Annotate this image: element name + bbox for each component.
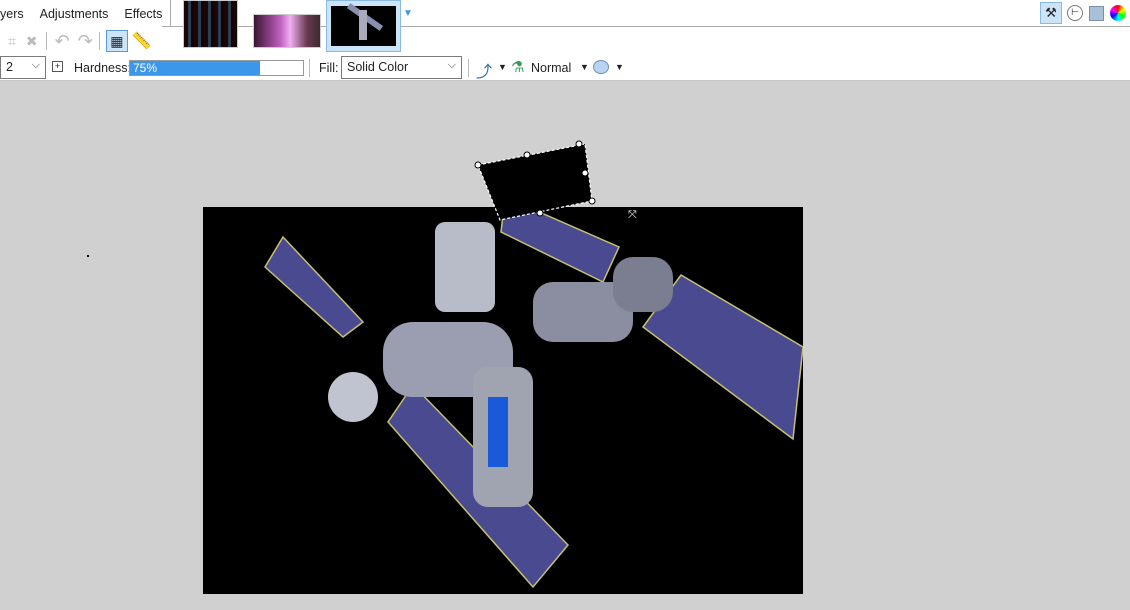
brush-width-select[interactable]: 2 ⌵: [0, 56, 46, 79]
zoom-plus-icon[interactable]: +: [52, 61, 63, 72]
selection-handle: [581, 169, 589, 177]
image-tab-thumbnail-1[interactable]: [183, 0, 238, 48]
undo-icon[interactable]: ↶: [55, 31, 70, 52]
module-stripe: [488, 397, 508, 467]
menu-bar: yers Adjustments Effects: [0, 0, 172, 27]
menu-effects[interactable]: Effects: [116, 0, 170, 26]
selection-handle: [523, 151, 531, 159]
menu-adjustments[interactable]: Adjustments: [32, 0, 117, 26]
stray-dot: [87, 255, 89, 257]
history-window-icon[interactable]: ⊢: [1067, 5, 1083, 21]
colors-window-icon[interactable]: [1110, 5, 1126, 21]
hardness-value: 75%: [133, 61, 158, 75]
tools-window-icon[interactable]: ⚒: [1040, 2, 1062, 24]
selection-handle: [474, 161, 482, 169]
docking-port: [328, 372, 378, 422]
solar-panel: [264, 235, 365, 338]
fill-value: Solid Color: [347, 60, 409, 74]
divider: [309, 59, 310, 77]
top-toolbar-area: yers Adjustments Effects ▼ ⚒ ⊢ ⌗ ✖ ↶ ↷ ▦…: [0, 0, 1130, 81]
caret-down-icon[interactable]: ▼: [498, 62, 507, 72]
layers-window-icon[interactable]: [1089, 5, 1104, 21]
menu-layers[interactable]: yers: [0, 0, 32, 26]
antialiasing-curve-icon[interactable]: ⤴: [476, 58, 492, 82]
blend-mode-select[interactable]: Normal: [531, 61, 571, 75]
ruler-icon[interactable]: 📏: [132, 31, 152, 51]
image-tab-thumbnail-active[interactable]: [326, 0, 401, 52]
blend-mode-flask-icon: ⚗: [511, 59, 525, 76]
hardness-label: Hardness:: [74, 61, 131, 75]
hardness-slider[interactable]: 75%: [129, 60, 304, 76]
image-canvas[interactable]: [203, 207, 803, 594]
divider: [468, 59, 469, 77]
redo-icon[interactable]: ↷: [78, 31, 93, 52]
caret-down-icon[interactable]: ▼: [615, 62, 624, 72]
space-station-image: [264, 207, 803, 589]
brush-width-value: 2: [6, 60, 13, 74]
deselect-icon[interactable]: ✖: [26, 33, 38, 50]
crop-icon[interactable]: ⌗: [8, 33, 16, 50]
divider: [98, 32, 100, 50]
fill-select[interactable]: Solid Color ⌵: [341, 56, 462, 79]
selection-mode-icon[interactable]: [593, 60, 609, 74]
image-tab-thumbnail-2[interactable]: [253, 14, 321, 48]
tab-list-dropdown-icon[interactable]: ▼: [403, 9, 413, 19]
selection-handle: [575, 140, 583, 148]
pixel-grid-icon[interactable]: ▦: [105, 30, 128, 52]
fill-label: Fill:: [319, 61, 339, 75]
selection-handle: [536, 209, 544, 217]
hardness-fill: 75%: [130, 61, 260, 75]
module: [435, 222, 495, 312]
selection-handle: [588, 197, 596, 205]
chevron-down-icon: ⌵: [31, 59, 40, 71]
selection-overlay[interactable]: [470, 138, 600, 228]
module: [613, 257, 673, 312]
chevron-down-icon: ⌵: [447, 59, 456, 71]
move-handle-icon[interactable]: ⤧: [628, 209, 637, 222]
caret-down-icon[interactable]: ▼: [580, 62, 589, 72]
divider: [45, 32, 47, 50]
